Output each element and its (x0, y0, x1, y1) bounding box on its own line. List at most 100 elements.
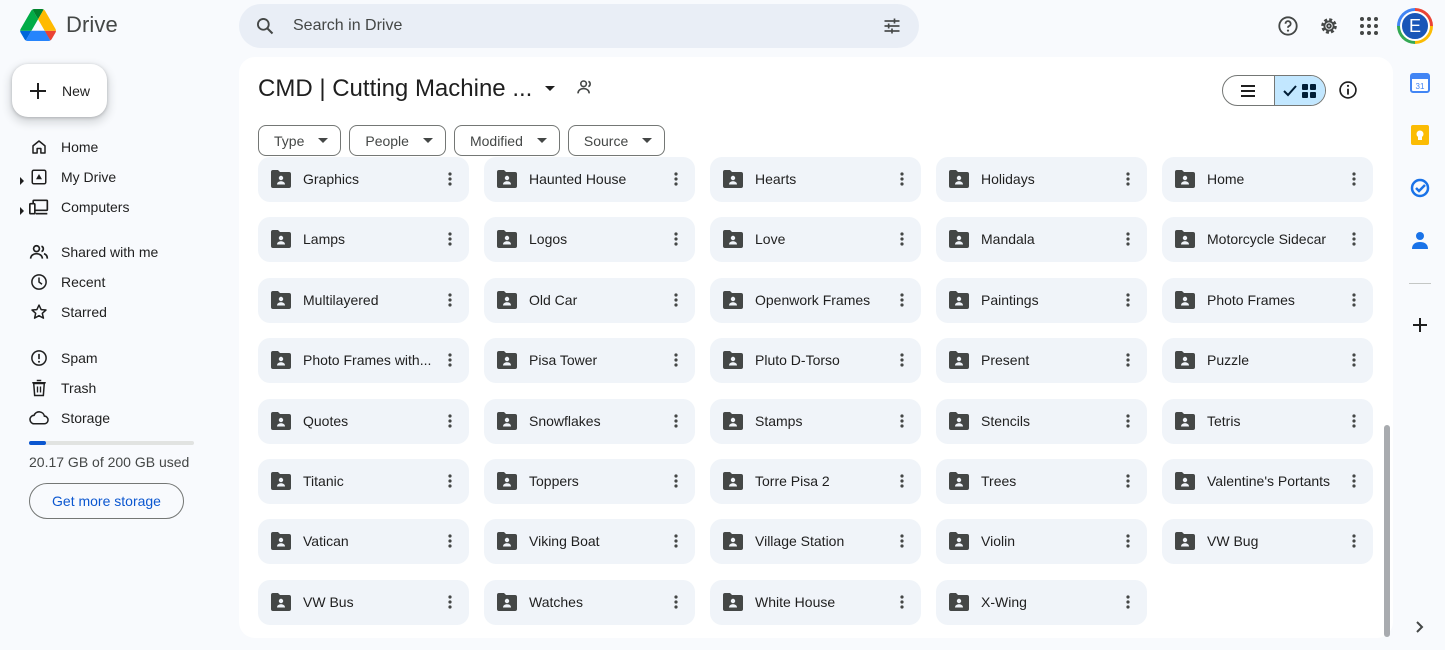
folder-card[interactable]: Hearts (710, 157, 921, 202)
shared-folder-icon[interactable] (576, 79, 596, 100)
search-options-icon[interactable] (881, 16, 903, 41)
more-options-icon[interactable] (666, 290, 686, 310)
folder-card[interactable]: Openwork Frames (710, 278, 921, 323)
title-dropdown-icon[interactable] (544, 80, 556, 98)
folder-card[interactable]: Violin (936, 519, 1147, 564)
sidebar-item-home[interactable]: Home (0, 133, 220, 161)
sidebar-item-shared-with-me[interactable]: Shared with me (0, 238, 220, 266)
more-options-icon[interactable] (1118, 169, 1138, 189)
more-options-icon[interactable] (1344, 411, 1364, 431)
more-options-icon[interactable] (1118, 350, 1138, 370)
sidebar-item-starred[interactable]: Starred (0, 298, 220, 326)
folder-card[interactable]: Snowflakes (484, 399, 695, 444)
folder-card[interactable]: Village Station (710, 519, 921, 564)
apps-grid-icon[interactable] (1357, 14, 1381, 38)
folder-card[interactable]: Stencils (936, 399, 1147, 444)
search-icon[interactable] (255, 16, 275, 41)
folder-card[interactable]: Viking Boat (484, 519, 695, 564)
folder-card[interactable]: Stamps (710, 399, 921, 444)
grid-view-button[interactable] (1273, 76, 1325, 105)
folder-card[interactable]: Lamps (258, 217, 469, 262)
folder-card[interactable]: Paintings (936, 278, 1147, 323)
expand-caret-icon[interactable] (19, 202, 25, 218)
more-options-icon[interactable] (1344, 290, 1364, 310)
expand-caret-icon[interactable] (19, 172, 25, 188)
new-button[interactable]: New (12, 64, 107, 117)
help-icon[interactable] (1276, 14, 1300, 38)
more-options-icon[interactable] (1118, 229, 1138, 249)
folder-card[interactable]: Puzzle (1162, 338, 1373, 383)
get-more-storage-button[interactable]: Get more storage (29, 483, 184, 519)
sidebar-item-recent[interactable]: Recent (0, 268, 220, 296)
folder-card[interactable]: Present (936, 338, 1147, 383)
settings-gear-icon[interactable] (1317, 14, 1341, 38)
more-options-icon[interactable] (892, 592, 912, 612)
more-options-icon[interactable] (1344, 350, 1364, 370)
more-options-icon[interactable] (440, 411, 460, 431)
sidebar-item-computers[interactable]: Computers (0, 193, 220, 221)
folder-card[interactable]: Old Car (484, 278, 695, 323)
folder-card[interactable]: Torre Pisa 2 (710, 459, 921, 504)
list-view-button[interactable] (1223, 76, 1274, 105)
more-options-icon[interactable] (440, 350, 460, 370)
calendar-icon[interactable]: 31 (1409, 72, 1431, 94)
folder-card[interactable]: Photo Frames (1162, 278, 1373, 323)
more-options-icon[interactable] (666, 229, 686, 249)
more-options-icon[interactable] (440, 169, 460, 189)
folder-card[interactable]: X-Wing (936, 580, 1147, 625)
info-icon[interactable] (1338, 80, 1358, 105)
more-options-icon[interactable] (1118, 471, 1138, 491)
more-options-icon[interactable] (1118, 290, 1138, 310)
more-options-icon[interactable] (1118, 411, 1138, 431)
folder-card[interactable]: VW Bug (1162, 519, 1373, 564)
folder-card[interactable]: Trees (936, 459, 1147, 504)
filter-source[interactable]: Source (567, 125, 666, 156)
chevron-right-icon[interactable] (1409, 616, 1431, 638)
folder-card[interactable]: Watches (484, 580, 695, 625)
folder-card[interactable]: Motorcycle Sidecar (1162, 217, 1373, 262)
more-options-icon[interactable] (666, 471, 686, 491)
folder-card[interactable]: Home (1162, 157, 1373, 202)
more-options-icon[interactable] (892, 229, 912, 249)
more-options-icon[interactable] (1344, 471, 1364, 491)
more-options-icon[interactable] (1344, 169, 1364, 189)
filter-modified[interactable]: Modified (453, 125, 560, 156)
more-options-icon[interactable] (666, 411, 686, 431)
folder-card[interactable]: Vatican (258, 519, 469, 564)
sidebar-item-storage[interactable]: Storage (0, 404, 220, 432)
folder-card[interactable]: Holidays (936, 157, 1147, 202)
folder-card[interactable]: VW Bus (258, 580, 469, 625)
folder-card[interactable]: Photo Frames with... (258, 338, 469, 383)
more-options-icon[interactable] (666, 531, 686, 551)
folder-card[interactable]: Valentine's Portants (1162, 459, 1373, 504)
filter-type[interactable]: Type (258, 125, 342, 156)
more-options-icon[interactable] (440, 471, 460, 491)
more-options-icon[interactable] (892, 531, 912, 551)
contacts-icon[interactable] (1409, 230, 1431, 252)
folder-card[interactable]: Haunted House (484, 157, 695, 202)
more-options-icon[interactable] (1344, 229, 1364, 249)
more-options-icon[interactable] (666, 592, 686, 612)
more-options-icon[interactable] (892, 350, 912, 370)
folder-card[interactable]: Toppers (484, 459, 695, 504)
more-options-icon[interactable] (1344, 531, 1364, 551)
sidebar-item-my-drive[interactable]: My Drive (0, 163, 220, 191)
folder-card[interactable]: Love (710, 217, 921, 262)
folder-card[interactable]: Multilayered (258, 278, 469, 323)
more-options-icon[interactable] (666, 350, 686, 370)
drive-logo[interactable]: Drive (20, 9, 118, 41)
more-options-icon[interactable] (440, 290, 460, 310)
folder-card[interactable]: Quotes (258, 399, 469, 444)
account-avatar[interactable]: E (1397, 8, 1433, 44)
tasks-icon[interactable] (1409, 177, 1431, 199)
folder-card[interactable]: Mandala (936, 217, 1147, 262)
more-options-icon[interactable] (666, 169, 686, 189)
folder-card[interactable]: Pluto D-Torso (710, 338, 921, 383)
folder-card[interactable]: Pisa Tower (484, 338, 695, 383)
more-options-icon[interactable] (892, 169, 912, 189)
more-options-icon[interactable] (892, 411, 912, 431)
more-options-icon[interactable] (440, 531, 460, 551)
more-options-icon[interactable] (892, 290, 912, 310)
search-bar[interactable] (239, 4, 919, 48)
folder-card[interactable]: Tetris (1162, 399, 1373, 444)
